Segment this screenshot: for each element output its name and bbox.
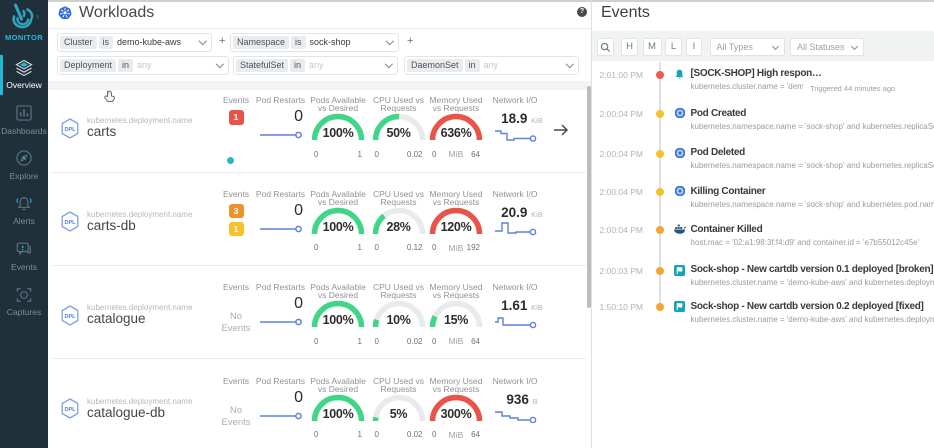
svg-text:DPL: DPL [65,407,77,413]
svg-text:DPL: DPL [65,220,77,226]
svg-text:DPL: DPL [65,127,77,133]
svg-text:DPL: DPL [65,314,77,320]
